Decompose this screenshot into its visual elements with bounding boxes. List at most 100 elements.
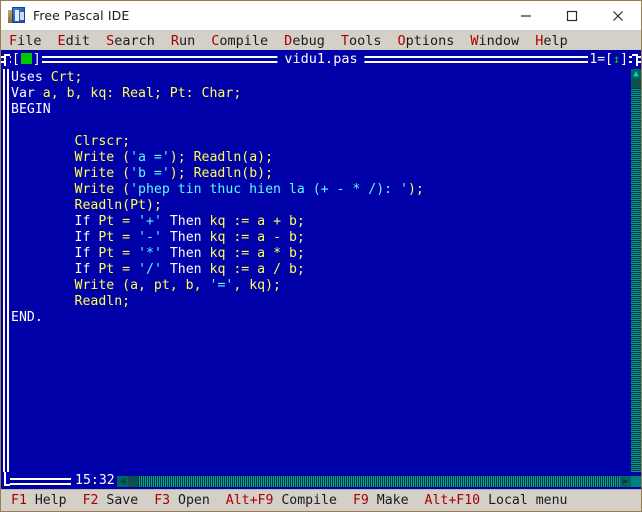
code-line[interactable]: If Pt = '-' Then kq := a - b; [11,230,621,246]
code-line[interactable]: Readln(Pt); [11,198,621,214]
code-line[interactable]: Write (a, pt, b, '=', kq); [11,278,621,294]
menu-item-debug[interactable]: Debug [284,31,325,51]
resize-arrow-icon[interactable]: ↕ [613,52,620,66]
code-line[interactable]: END. [11,310,621,326]
code-line[interactable]: Write ('phep tin thuc hien la (+ - * /):… [11,182,621,198]
scroll-right-arrow-icon[interactable]: ▶ [620,476,631,487]
menu-item-search[interactable]: Search [106,31,155,51]
menu-item-help[interactable]: Help [535,31,568,51]
code-token-id: Clrscr; [11,134,131,149]
editor-title-bar: [] vidu1.pas 1=[↕] [1,50,641,69]
cursor-position-indicator: 15:32 [71,473,119,489]
code-token-id [162,214,170,229]
status-action-make[interactable]: F9 Make [353,490,409,511]
code-token-id: Pt = [90,230,139,245]
code-token-id: ); Readln(a); [169,150,274,165]
menu-item-label: ptions [405,33,455,49]
code-token-kw: If [74,246,91,261]
code-token-id [11,214,75,229]
status-shortcut-key: F1 [11,493,27,508]
status-action-open[interactable]: F3 Open [154,490,210,511]
code-token-str: '=' [209,278,234,293]
code-line[interactable]: If Pt = '/' Then kq := a / b; [11,262,621,278]
menu-item-options[interactable]: Options [397,31,454,51]
status-action-help[interactable]: F1 Help [11,490,67,511]
code-token-id: ); [407,182,424,197]
menu-item-run[interactable]: Run [171,31,195,51]
code-line[interactable]: Readln; [11,294,621,310]
code-line[interactable] [11,118,621,134]
code-line[interactable]: Write ('b ='); Readln(b); [11,166,621,182]
close-icon[interactable] [595,1,641,30]
menu-bar: File Edit Search Run Compile Debug Tools Option… [1,30,641,51]
status-bar: F1 Help F2 Save F3 Open Alt+F9 Compile F9 Ma… [1,489,641,511]
scrollbar-corner [631,476,641,487]
code-token-id: kq := a / b; [201,262,305,277]
source-code[interactable]: Uses Crt; Var a, b, kq: Real; Pt: Char; BE… [11,70,621,326]
editor-frame-corner-bottom-left [4,472,10,486]
menu-hotkey-letter: O [397,33,406,49]
code-token-id: Crt; [50,70,83,85]
free-pascal-ide-window: Free Pascal IDE File Edit Search Run Compile… [0,0,642,512]
code-token-kw: END. [11,310,43,325]
window-number-text: 1 [589,52,598,67]
code-token-kw: If [74,262,91,277]
code-line[interactable]: Write ('a ='); Readln(a); [11,150,621,166]
status-action-local-menu[interactable]: Alt+F10 Local menu [425,490,568,511]
editor-window-number[interactable]: 1=[↕] [588,51,629,68]
code-token-id [162,246,170,261]
scroll-left-arrow-icon[interactable]: ◀ [117,476,128,487]
code-token-id: Readln(Pt); [11,198,162,213]
status-shortcut-key: F2 [82,493,99,508]
menu-item-compile[interactable]: Compile [211,31,268,51]
editor-window: [] vidu1.pas 1=[↕] Uses Crt; Var a, b, kq… [1,50,641,491]
code-line[interactable]: Clrscr; [11,134,621,150]
menu-hotkey-letter: T [340,33,349,49]
menu-hotkey-letter: E [57,33,66,49]
menu-item-edit[interactable]: Edit [58,31,91,51]
maximize-icon[interactable] [549,1,595,30]
vertical-scrollbar[interactable]: ▲ [631,69,641,472]
editor-file-name: vidu1.pas [277,51,365,68]
status-action-save[interactable]: F2 Save [83,490,139,511]
menu-hotkey-letter: F [9,33,18,49]
os-title-bar: Free Pascal IDE [1,1,641,30]
code-line[interactable]: Uses Crt; [11,70,621,86]
status-shortcut-key: F3 [154,493,171,508]
code-token-id: Write ( [11,182,131,197]
horizontal-scrollbar[interactable]: ◀ ▶ [117,476,631,487]
code-line[interactable]: If Pt = '*' Then kq := a * b; [11,246,621,262]
code-token-kw: BEGIN [11,102,51,117]
code-line[interactable]: If Pt = '+' Then kq := a + b; [11,214,621,230]
menu-item-window[interactable]: Window [470,31,519,51]
code-token-id: Pt = [90,246,139,261]
menu-item-file[interactable]: File [9,31,42,51]
code-token-str: '+' [138,214,162,229]
scroll-up-arrow-icon[interactable]: ▲ [631,69,641,79]
code-token-id [11,246,75,261]
editor-close-box[interactable]: [] [11,51,42,68]
status-action-label: Make [368,493,409,508]
close-box-square [20,53,32,64]
menu-item-tools[interactable]: Tools [341,31,382,51]
menu-item-label: un [178,33,196,49]
vertical-scroll-track[interactable] [631,79,641,472]
code-line[interactable]: Var a, b, kq: Real; Pt: Char; [11,86,621,102]
code-line[interactable]: BEGIN [11,102,621,118]
status-action-compile[interactable]: Alt+F9 Compile [226,490,337,511]
code-token-kw: Then [169,246,202,261]
code-token-id: Readln; [11,294,131,309]
horizontal-scroll-thumb[interactable] [128,476,138,487]
menu-hotkey-letter: R [170,33,179,49]
status-action-label: Open [170,493,210,508]
code-token-kw: If [74,230,91,245]
editor-text-area[interactable]: Uses Crt; Var a, b, kq: Real; Pt: Char; BE… [1,69,641,472]
code-token-id: Write (a, pt, b, [11,278,210,293]
code-token-id: Write ( [11,166,131,181]
menu-item-label: indow [478,33,520,49]
vertical-scroll-thumb[interactable] [631,79,641,88]
code-token-id [162,262,170,277]
menu-item-label: elp [543,33,568,49]
minimize-icon[interactable] [503,1,549,30]
menu-item-label: dit [65,33,91,49]
